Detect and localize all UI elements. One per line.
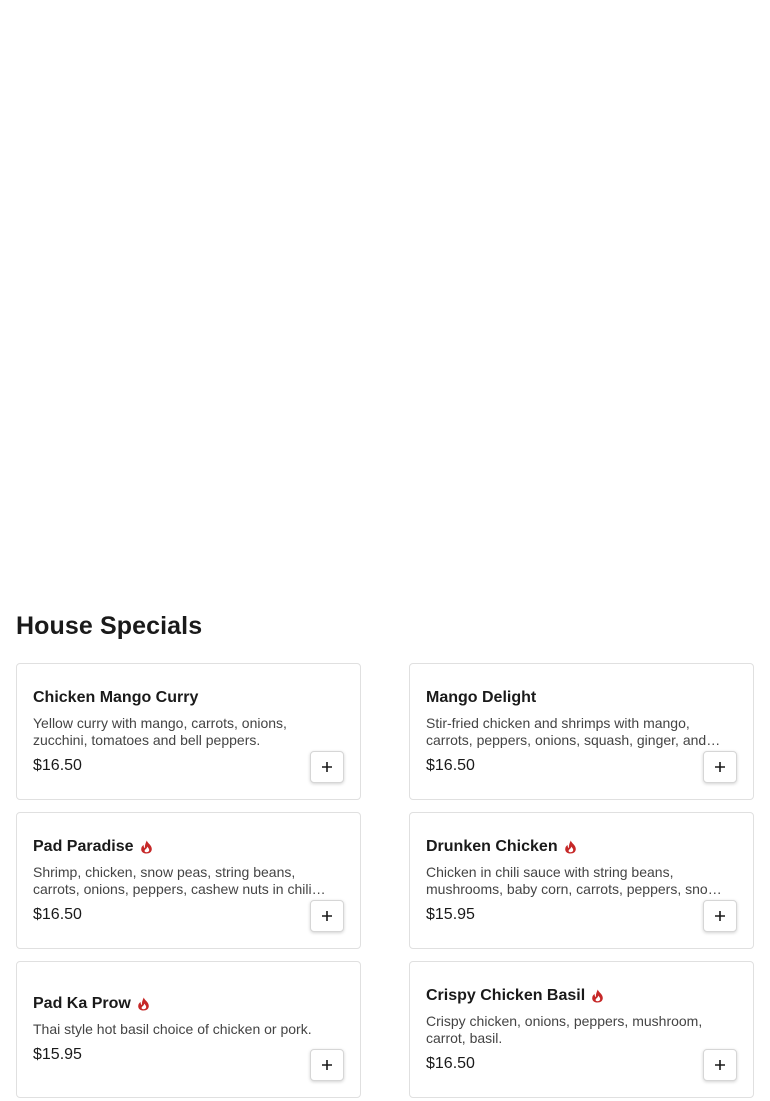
item-name: Mango Delight	[426, 688, 537, 706]
item-price: $16.50	[33, 905, 82, 923]
item-price: $16.50	[426, 756, 475, 774]
item-description: Stir-fried chicken and shrimps with mang…	[426, 714, 707, 748]
item-name: Crispy Chicken Basil	[426, 986, 586, 1004]
plus-icon	[322, 911, 332, 921]
menu-items-grid: Chicken Mango Curry Yellow curry with ma…	[16, 663, 754, 1098]
item-description: Yellow curry with mango, carrots, onions…	[33, 714, 287, 748]
item-header: Pad Ka Prow	[33, 995, 344, 1013]
plus-icon	[322, 1060, 332, 1070]
spicy-icon	[564, 840, 577, 854]
item-name: Drunken Chicken	[426, 837, 558, 855]
item-header: Crispy Chicken Basil	[426, 987, 737, 1005]
item-price: $16.50	[426, 1054, 475, 1072]
item-description: Shrimp, chicken, snow peas, string beans…	[33, 863, 312, 897]
menu-item-card[interactable]: Drunken Chicken Chicken in chili sauce w…	[409, 812, 754, 949]
menu-item-card[interactable]: Pad Ka Prow Thai style hot basil choice …	[16, 961, 361, 1098]
add-item-button[interactable]	[703, 1049, 737, 1081]
item-name: Chicken Mango Curry	[33, 688, 199, 706]
item-price: $16.50	[33, 756, 82, 774]
plus-icon	[322, 762, 332, 772]
item-name: Pad Paradise	[33, 837, 134, 855]
item-header: Drunken Chicken	[426, 838, 737, 856]
item-name: Pad Ka Prow	[33, 995, 131, 1012]
add-item-button[interactable]	[310, 751, 344, 783]
item-header: Pad Paradise	[33, 838, 344, 856]
item-description: Chicken in chili sauce with string beans…	[426, 863, 718, 897]
blank-banner-area	[0, 0, 770, 600]
menu-item-card[interactable]: Pad Paradise Shrimp, chicken, snow peas,…	[16, 812, 361, 949]
spicy-icon	[137, 997, 150, 1011]
plus-icon	[715, 911, 725, 921]
section-title: House Specials	[16, 612, 203, 640]
item-description: Thai style hot basil choice of chicken o…	[33, 1021, 312, 1037]
add-item-button[interactable]	[310, 1049, 344, 1081]
menu-item-card[interactable]: Crispy Chicken Basil Crispy chicken, oni…	[409, 961, 754, 1098]
item-price: $15.95	[33, 1046, 82, 1063]
add-item-button[interactable]	[703, 900, 737, 932]
plus-icon	[715, 762, 725, 772]
item-description: Crispy chicken, onions, peppers, mushroo…	[426, 1012, 703, 1046]
add-item-button[interactable]	[310, 900, 344, 932]
item-header: Mango Delight	[426, 689, 737, 707]
spicy-icon	[591, 989, 604, 1003]
add-item-button[interactable]	[703, 751, 737, 783]
spicy-icon	[140, 840, 153, 854]
item-header: Chicken Mango Curry	[33, 689, 344, 707]
plus-icon	[715, 1060, 725, 1070]
item-price: $15.95	[426, 905, 475, 923]
menu-item-card[interactable]: Chicken Mango Curry Yellow curry with ma…	[16, 663, 361, 800]
menu-item-card[interactable]: Mango Delight Stir-fried chicken and shr…	[409, 663, 754, 800]
